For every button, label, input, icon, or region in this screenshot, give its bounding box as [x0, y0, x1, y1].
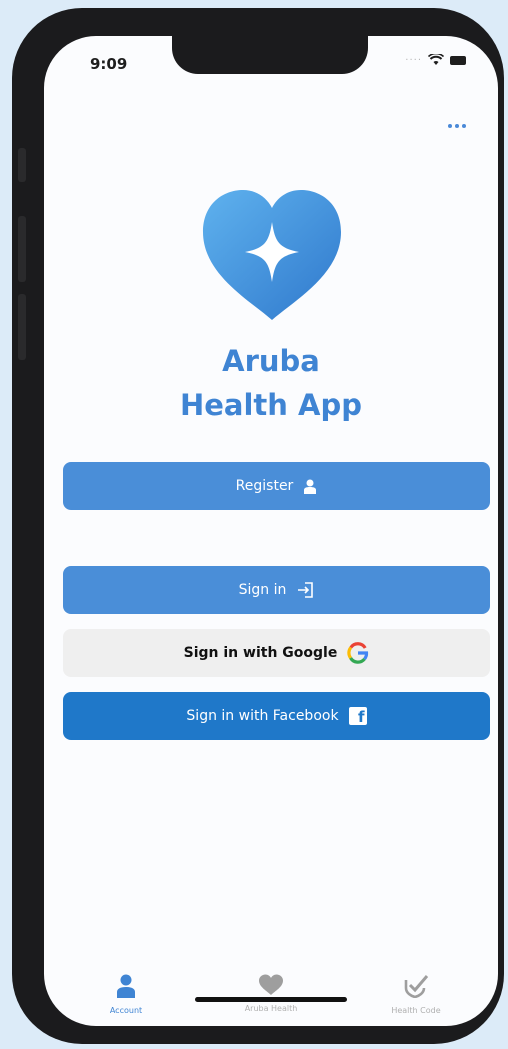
tab-aruba-health[interactable]: Aruba Health: [211, 974, 331, 1013]
tab-account[interactable]: Account: [66, 974, 186, 1015]
sign-in-button[interactable]: Sign in: [63, 566, 490, 614]
app-title-line1: Aruba: [222, 344, 320, 378]
screen: 9:09 ···· Aruba Health App Register Sign…: [44, 36, 498, 1026]
heart-logo-icon: [203, 190, 341, 320]
status-icons: ····: [405, 54, 466, 66]
home-indicator: [195, 997, 347, 1002]
notch: [172, 36, 368, 74]
silent-switch: [18, 148, 26, 182]
wifi-icon: [428, 54, 444, 65]
phone-frame: 9:09 ···· Aruba Health App Register Sign…: [12, 8, 504, 1044]
tab-health-code[interactable]: Health Code: [356, 974, 476, 1015]
heart-icon: [259, 974, 283, 995]
volume-down-button: [18, 294, 26, 360]
dot: [462, 124, 466, 128]
facebook-icon: f: [348, 707, 367, 725]
user-icon: [117, 974, 135, 998]
volume-up-button: [18, 216, 26, 282]
signal-icon: ····: [405, 54, 422, 66]
tab-bar: Account Aruba Health Health Code: [44, 826, 498, 1026]
register-button[interactable]: Register: [63, 462, 490, 510]
dot: [448, 124, 452, 128]
dot: [455, 124, 459, 128]
google-icon: [347, 642, 369, 664]
register-label: Register: [235, 478, 294, 494]
tab-aruba-health-label: Aruba Health: [244, 1004, 298, 1013]
battery-icon: [450, 55, 466, 65]
facebook-sign-in-label: Sign in with Facebook: [186, 708, 339, 724]
status-time: 9:09: [90, 55, 128, 73]
tab-health-code-label: Health Code: [391, 1006, 441, 1015]
tab-account-label: Account: [109, 1006, 143, 1015]
sign-in-icon: [298, 582, 314, 598]
sign-in-label: Sign in: [238, 582, 287, 598]
google-sign-in-label: Sign in with Google: [183, 645, 338, 661]
app-title-line2: Health App: [179, 388, 362, 422]
facebook-sign-in-button[interactable]: Sign in with Facebook f: [63, 692, 490, 740]
google-sign-in-button[interactable]: Sign in with Google: [63, 629, 490, 677]
user-icon: [304, 479, 317, 494]
check-shield-icon: [404, 975, 429, 999]
more-options-button[interactable]: [440, 116, 474, 136]
